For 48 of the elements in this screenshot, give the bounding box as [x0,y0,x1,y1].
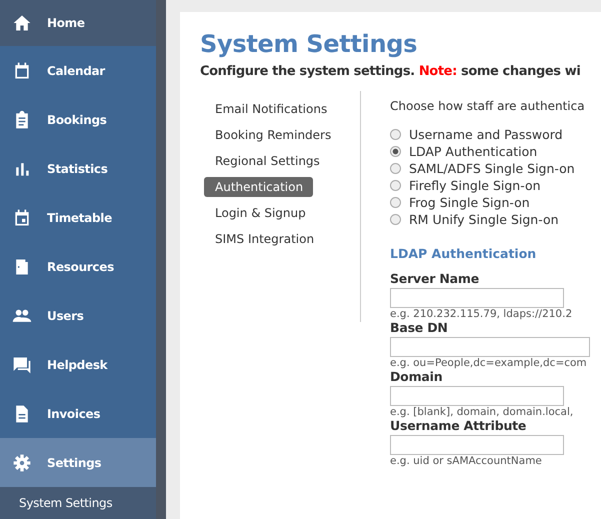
settings-tab[interactable]: Regional Settings [204,151,330,171]
sidebar-item[interactable]: Settings [0,438,156,487]
home-icon [12,13,32,33]
radio-label[interactable]: SAML/ADFS Single Sign-on [409,161,575,176]
radio-button[interactable] [390,180,401,191]
settings-tab[interactable]: Email Notifications [204,99,338,119]
settings-tab[interactable]: Booking Reminders [204,125,342,145]
field-hint: e.g. 210.232.115.79, ldaps://210.2 [390,308,574,320]
input-field[interactable] [390,288,564,308]
sidebar-item[interactable]: Resources [0,242,156,291]
section-title: LDAP Authentication [390,246,538,261]
sidebar-item[interactable]: Invoices [0,389,156,438]
chat-icon [12,354,32,374]
field-label: Domain [390,369,444,384]
field-hint: e.g. ou=People,dc=example,dc=com [390,357,588,369]
radio-button[interactable] [390,214,401,225]
page-title: System Settings [200,30,418,58]
field-label: Base DN [390,320,449,335]
settings-tab[interactable]: Login & Signup [204,203,316,223]
settings-tab[interactable]: SIMS Integration [204,229,324,249]
field-label: Username Attribute [390,418,528,433]
page-subtitle: Configure the system settings. Note: some changes wi [200,64,582,79]
input-field[interactable] [390,435,564,455]
auth-prompt: Choose how staff are authentica [390,99,586,113]
sidebar-item[interactable]: Home [0,0,156,46]
sidebar-item[interactable]: Helpdesk [0,340,156,389]
radio-button[interactable] [390,146,401,157]
radio-label[interactable]: Firefly Single Sign-on [409,178,541,193]
input-field[interactable] [390,386,564,406]
field-hint: e.g. uid or sAMAccountName [390,455,543,467]
field-label: Server Name [390,271,480,286]
radio-button[interactable] [390,129,401,140]
radio-label[interactable]: LDAP Authentication [409,144,538,159]
sidebar-item[interactable]: Timetable [0,193,156,242]
sidebar-item[interactable]: Calendar [0,46,156,95]
sidebar-item[interactable]: Users [0,291,156,340]
radio-label[interactable]: Frog Single Sign-on [409,195,530,210]
sidebar-item[interactable]: Statistics [0,144,156,193]
radio-label[interactable]: Username and Password [409,127,563,142]
settings-icon [12,452,32,472]
sidebar-item[interactable]: System Settings [0,487,156,519]
field-hint: e.g. [blank], domain, domain.local, [390,406,574,418]
input-field[interactable] [390,337,590,357]
radio-button[interactable] [390,197,401,208]
sidebar-item[interactable]: Bookings [0,95,156,144]
radio-label[interactable]: RM Unify Single Sign-on [409,212,559,227]
radio-button[interactable] [390,163,401,174]
settings-tab[interactable]: Authentication [204,177,314,197]
